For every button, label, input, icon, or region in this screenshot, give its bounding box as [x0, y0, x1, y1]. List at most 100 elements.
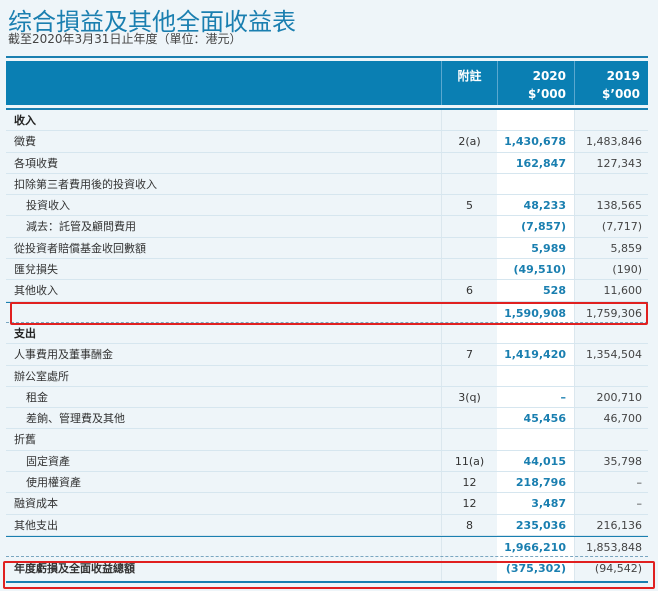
value-2020: 528 — [543, 284, 566, 298]
row-note — [441, 429, 497, 450]
row-note: 6 — [441, 280, 497, 301]
row-note: 3(q) — [441, 386, 497, 408]
unit-2020: $’000 — [528, 87, 566, 101]
row-label: 租金 — [26, 390, 48, 404]
row-note — [441, 365, 497, 386]
value-2019: – — [574, 472, 648, 493]
value-2020 — [497, 174, 574, 194]
table-row: 投資收入 5 48,233 138,565 — [6, 195, 648, 217]
value-2019: – — [574, 493, 648, 514]
unit-2019: $’000 — [602, 87, 640, 101]
value-2019: 138,565 — [574, 195, 648, 216]
table-row: 從投資者賠償基金收回數額 5,989 5,859 — [6, 237, 648, 260]
row-label: 投資收入 — [26, 199, 70, 213]
value-2020: 1,966,210 — [504, 540, 566, 554]
row-note: 11(a) — [441, 450, 497, 472]
value-2020: – — [560, 390, 567, 404]
divider — [6, 56, 648, 58]
row-note — [441, 259, 497, 280]
row-note — [441, 110, 497, 131]
table-row: 其他支出 8 235,036 216,136 — [6, 514, 648, 536]
header-label — [6, 61, 441, 105]
value-2019: 216,136 — [574, 514, 648, 535]
value-2019 — [574, 173, 648, 195]
page-subtitle: 截至2020年3月31日止年度（單位：港元） — [8, 32, 242, 46]
row-note: 2(a) — [441, 131, 497, 152]
header-note: 附註 — [441, 61, 497, 105]
value-2020 — [497, 366, 574, 386]
row-label: 使用權資產 — [26, 476, 81, 490]
value-2020: 235,036 — [515, 518, 566, 532]
value-2019 — [574, 365, 648, 386]
value-2019: (7,717) — [574, 216, 648, 237]
table-row: 其他收入 6 528 11,600 — [6, 280, 648, 302]
table-row: 租金 3(q) –200,710 — [6, 386, 648, 409]
row-label: 人事費用及董事酬金 — [14, 348, 113, 362]
value-2020 — [497, 110, 574, 130]
table-row: 融資成本 12 3,487– — [6, 493, 648, 515]
value-2019: 11,600 — [574, 280, 648, 301]
row-note: 12 — [441, 493, 497, 514]
row-note: 12 — [441, 472, 497, 493]
table-row: 使用權資產 12 218,796– — [6, 472, 648, 494]
value-2019: 1,354,504 — [574, 344, 648, 365]
value-2020: 44,015 — [523, 454, 566, 468]
year-2020: 2020 — [532, 69, 566, 83]
value-2020: (7,857) — [521, 220, 566, 234]
value-2019: 35,798 — [574, 450, 648, 472]
row-label: 支出 — [14, 326, 36, 340]
table-row: 辦公室處所 — [6, 365, 648, 387]
value-2020: (49,510) — [513, 263, 566, 277]
row-label: 其他收入 — [14, 284, 58, 298]
row-label: 各項收費 — [14, 156, 58, 170]
row-note — [441, 173, 497, 195]
table-row: 折舊 — [6, 429, 648, 451]
value-2020: 162,847 — [515, 156, 566, 170]
value-2019: (190) — [574, 259, 648, 280]
row-label: 差餉、管理費及其他 — [26, 412, 125, 426]
row-label: 融資成本 — [14, 497, 58, 511]
value-2020: 1,430,678 — [504, 135, 566, 149]
value-2019: 200,710 — [574, 386, 648, 408]
row-note — [441, 237, 497, 259]
value-2020 — [497, 429, 574, 449]
value-2020: 45,456 — [523, 412, 566, 426]
value-2020: 3,487 — [531, 497, 566, 511]
row-label: 扣除第三者費用後的投資收入 — [14, 177, 157, 191]
row-label: 徵費 — [14, 135, 36, 149]
row-label: 折舊 — [14, 433, 36, 447]
header-2019: 2019 $’000 — [574, 61, 648, 105]
table-row: 各項收費 162,847 127,343 — [6, 152, 648, 174]
year-2019: 2019 — [606, 69, 640, 83]
row-note — [441, 216, 497, 237]
table-row: 減去：託管及顧問費用 (7,857) (7,717) — [6, 216, 648, 238]
highlight-box-annual-loss — [3, 561, 655, 589]
table-row: 人事費用及董事酬金 7 1,419,420 1,354,504 — [6, 344, 648, 366]
table-row: 匯兌損失 (49,510) (190) — [6, 259, 648, 281]
row-label: 其他支出 — [14, 518, 58, 532]
value-2020: 1,419,420 — [504, 348, 566, 362]
value-2020: 5,989 — [531, 241, 566, 255]
row-label: 固定資產 — [26, 454, 70, 468]
table-row: 固定資產 11(a) 44,015 35,798 — [6, 450, 648, 473]
table-row: 扣除第三者費用後的投資收入 — [6, 173, 648, 196]
value-2019: 1,483,846 — [574, 131, 648, 152]
table-body: 收入 徵費 2(a) 1,430,678 1,483,846 各項收費 162,847 127… — [6, 110, 648, 584]
table-row: 1,966,210 1,853,848 — [6, 535, 648, 558]
value-2019: 5,859 — [574, 237, 648, 259]
value-2019: 1,853,848 — [574, 536, 648, 557]
row-note: 8 — [441, 514, 497, 535]
header-2020: 2020 $’000 — [497, 61, 574, 105]
row-label: 收入 — [14, 114, 36, 127]
row-label: 辦公室處所 — [14, 369, 69, 383]
row-label: 匯兌損失 — [14, 263, 58, 277]
row-label: 減去：託管及顧問費用 — [26, 220, 136, 234]
row-note — [441, 536, 497, 557]
table-row: 支出 — [6, 322, 648, 345]
value-2019 — [574, 322, 648, 344]
row-note — [441, 408, 497, 429]
table-row: 收入 — [6, 110, 648, 132]
value-2019 — [574, 110, 648, 131]
value-2020: 48,233 — [523, 199, 566, 213]
value-2020 — [497, 323, 574, 343]
